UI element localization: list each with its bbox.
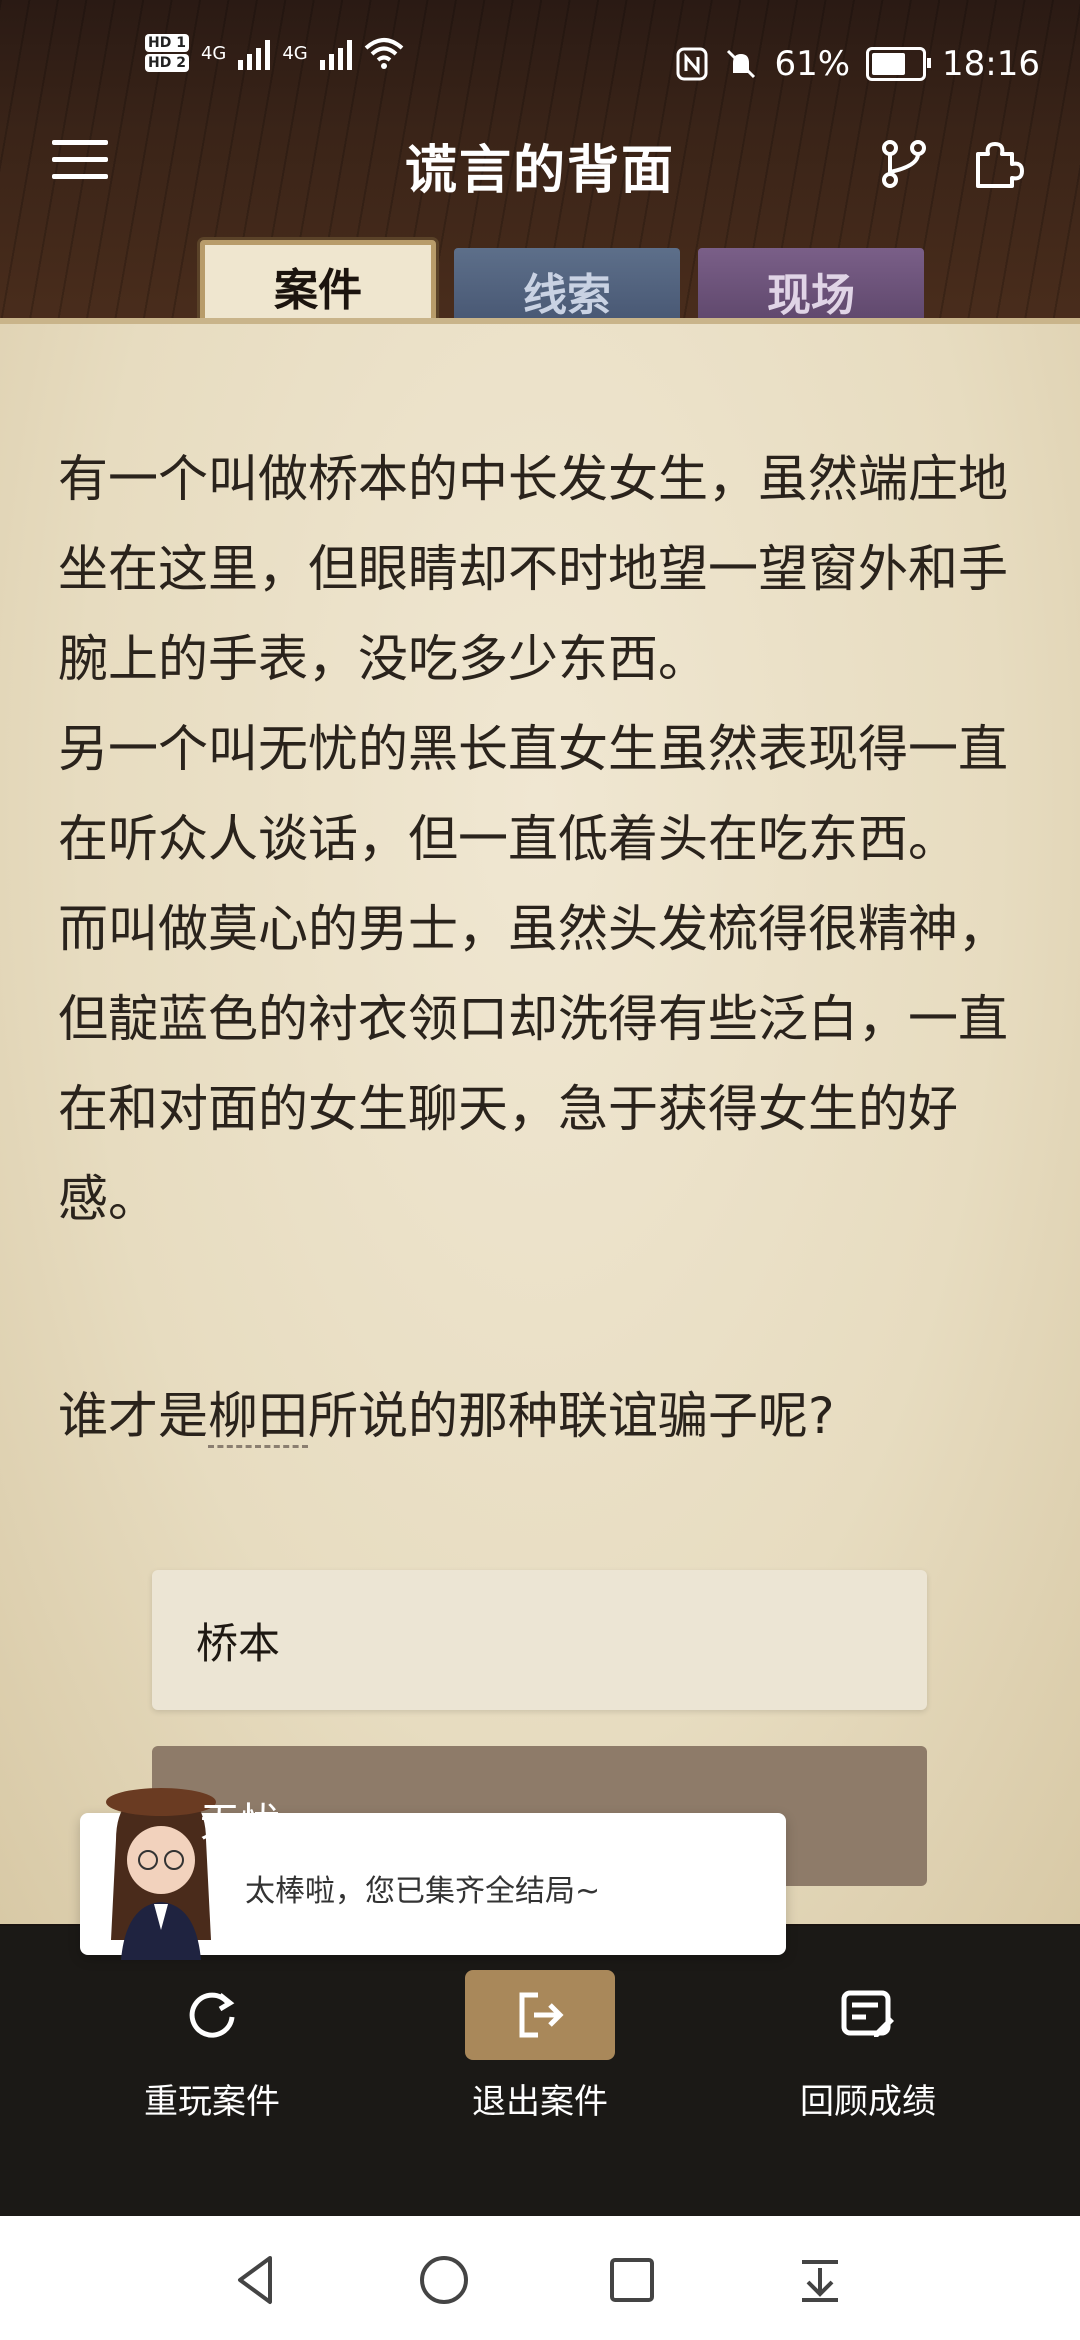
status-left: HD 1 HD 2 4G 4G — [145, 34, 404, 72]
replay-icon — [137, 1970, 287, 2060]
review-icon — [793, 1970, 943, 2060]
nfc-icon — [676, 47, 708, 81]
status-bar: HD 1 HD 2 4G 4G 61% 18:16 — [0, 0, 1080, 100]
exit-icon — [465, 1970, 615, 2060]
story-paragraph-2: 另一个叫无忧的黑长直女生虽然表现得一直在听众人谈话，但一直低着头在吃东西。 — [58, 720, 1008, 868]
hd-indicator: HD 1 HD 2 — [145, 34, 189, 72]
answer-option-1-label: 桥本 — [196, 1618, 281, 1668]
tab-bar: 案件 线索 现场 — [200, 240, 924, 334]
status-right: 61% 18:16 — [676, 44, 1040, 84]
clock: 18:16 — [942, 44, 1040, 84]
back-icon[interactable] — [226, 2250, 286, 2310]
story-paragraph-3: 而叫做莫心的男士，虽然头发梳得很精神，但靛蓝色的衬衣领口却洗得有些泛白，一直在和… — [58, 900, 1008, 1228]
toast-speaker-name: 无忧 — [200, 1800, 280, 1846]
question-text: 谁才是柳田所说的那种联谊骗子呢? — [58, 1376, 1018, 1456]
app-bar: 谎言的背面 — [0, 100, 1080, 220]
replay-button[interactable]: 重玩案件 — [102, 1970, 322, 2123]
wifi-icon — [364, 38, 404, 69]
signal1-icon — [238, 36, 271, 70]
exit-button[interactable]: 退出案件 — [430, 1970, 650, 2123]
story-paragraph-1: 有一个叫做桥本的中长发女生，虽然端庄地坐在这里，但眼睛却不时地望一望窗外和手腕上… — [58, 450, 1008, 688]
battery-icon — [866, 47, 932, 81]
battery-percent: 61% — [774, 44, 851, 84]
question-highlight[interactable]: 柳田 — [208, 1387, 308, 1448]
hd1-label: HD 1 — [145, 34, 189, 52]
notification-pull-icon[interactable] — [790, 2250, 850, 2310]
story-text: 有一个叫做桥本的中长发女生，虽然端庄地坐在这里，但眼睛却不时地望一望窗外和手腕上… — [58, 434, 1018, 1244]
answer-option-1[interactable]: 桥本 — [152, 1570, 927, 1710]
home-icon[interactable] — [414, 2250, 474, 2310]
exit-label: 退出案件 — [472, 2082, 608, 2122]
recents-icon[interactable] — [602, 2250, 662, 2310]
question-after: 所说的那种联谊骗子呢? — [308, 1387, 835, 1445]
review-button[interactable]: 回顾成绩 — [758, 1970, 978, 2123]
net2-label: 4G — [282, 42, 308, 64]
branch-icon[interactable] — [876, 136, 932, 192]
puzzle-icon[interactable] — [968, 136, 1024, 192]
system-navigation-bar — [0, 2216, 1080, 2340]
question-before: 谁才是 — [58, 1387, 208, 1445]
net1-label: 4G — [200, 42, 227, 64]
toast-message: 太棒啦，您已集齐全结局~ — [245, 1874, 601, 1909]
signal2-icon — [319, 36, 352, 70]
replay-label: 重玩案件 — [144, 2082, 280, 2122]
review-label: 回顾成绩 — [800, 2082, 936, 2122]
mute-bell-icon — [727, 49, 756, 79]
hd2-label: HD 2 — [145, 54, 189, 72]
